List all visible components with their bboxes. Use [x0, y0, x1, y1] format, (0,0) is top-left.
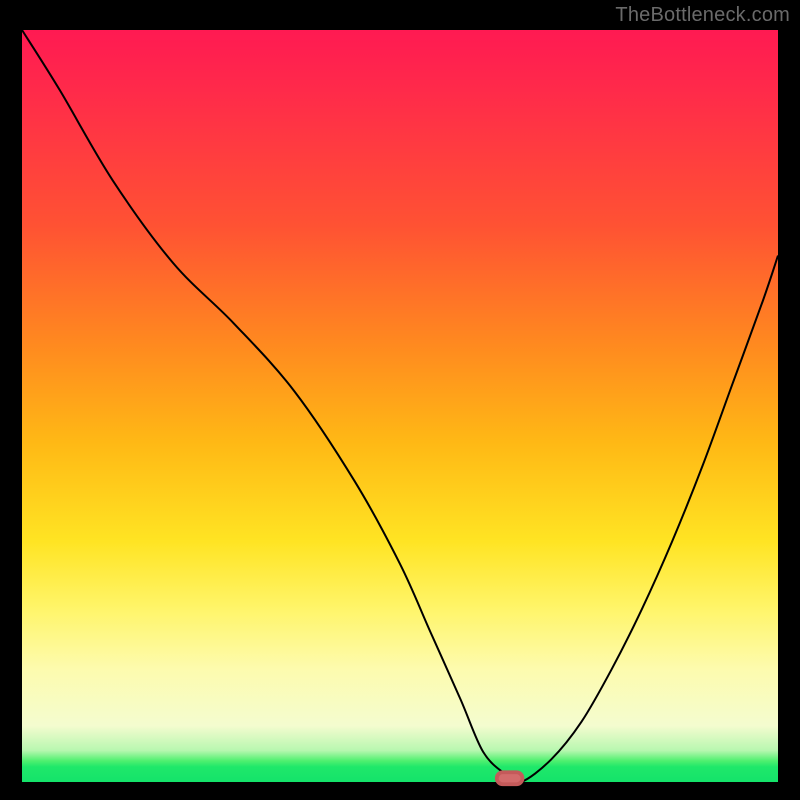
- plot-area: [22, 30, 778, 782]
- chart-frame: TheBottleneck.com: [0, 0, 800, 800]
- optimal-point-marker: [497, 772, 523, 784]
- bottleneck-curve: [22, 30, 778, 783]
- bottleneck-curve-layer: [22, 30, 778, 782]
- watermark-text: TheBottleneck.com: [615, 4, 790, 27]
